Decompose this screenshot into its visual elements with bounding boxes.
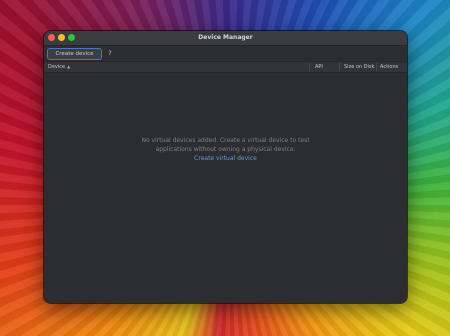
column-header-size-on-disk[interactable]: Size on Disk: [344, 62, 374, 72]
column-divider: [309, 63, 310, 71]
column-header-actions: Actions: [380, 64, 399, 70]
toolbar: Create device ?: [44, 46, 407, 61]
device-table-header: Device ▲ API Size on Disk Actions: [44, 61, 407, 73]
column-header-device-label: Device: [48, 64, 66, 70]
column-divider: [339, 63, 340, 71]
title-bar: Device Manager: [44, 31, 407, 46]
empty-state-message-line-2: applications without owning a physical d…: [155, 146, 296, 153]
device-manager-window: Device Manager Create device ? Device ▲ A…: [44, 31, 407, 303]
empty-state: No virtual devices added. Create a virtu…: [44, 136, 407, 164]
window-title: Device Manager: [198, 34, 253, 41]
column-divider: [376, 63, 377, 71]
column-header-device[interactable]: Device ▲: [48, 62, 70, 72]
sort-ascending-icon: ▲: [67, 64, 71, 69]
help-button[interactable]: ?: [106, 48, 114, 58]
create-device-button[interactable]: Create device: [47, 48, 102, 60]
create-virtual-device-link[interactable]: Create virtual device: [44, 154, 407, 164]
column-header-api[interactable]: API: [315, 62, 323, 72]
empty-state-message-line-1: No virtual devices added. Create a virtu…: [141, 137, 310, 144]
